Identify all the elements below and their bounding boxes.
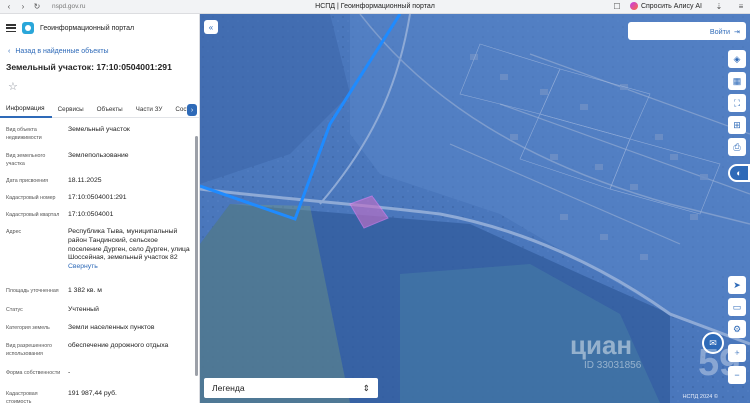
login-icon: ⇥ [733,26,740,36]
property-key: Вид объекта недвижимости [6,127,42,141]
hamburger-menu-icon[interactable] [6,24,16,32]
watermark-number: 59 [698,342,741,384]
reload-icon[interactable]: ↻ [32,2,42,12]
tabs-scroll-right-icon[interactable]: › [187,104,197,116]
property-value: Учтенный [68,306,99,313]
address-bar[interactable]: nspd.gov.ru [52,3,85,10]
favorite-star-icon[interactable]: ☆ [0,80,199,98]
print-icon[interactable]: ⎙ [728,138,746,156]
property-key: Вид разрешенного использования [6,343,52,357]
menu-icon[interactable]: ≡ [736,1,746,11]
property-value: Земли населенных пунктов [68,324,155,331]
property-key: Кадастровая стоимость [6,391,38,405]
map-view[interactable]: « Войти ⇥ ◈ ▦ ⛶ ⊞ ⎙ ◐ ➤ ▭ ⚙ ✉ + − циан I… [200,14,750,403]
legend-dropdown[interactable]: Легенда ⇕ [204,378,378,398]
settings-icon[interactable]: ⚙ [728,320,746,338]
portal-title: Геоинформационный портал [40,24,135,32]
panel-header: Геоинформационный портал [0,14,199,42]
legend-label: Легенда [212,383,245,393]
watermark-id: ID 33031856 [584,360,642,371]
property-key: Категория земель [6,325,50,331]
panel-scrollbar[interactable] [195,136,198,376]
collapse-link[interactable]: Свернуть [68,263,192,272]
property-key: Вид земельного участка [6,153,46,167]
property-value: обеспечение дорожного отдыха [68,342,169,349]
property-key: Площадь уточненная [6,288,59,294]
chevron-left-icon: ‹ [8,47,11,55]
portal-logo [22,22,34,34]
login-label: Войти [709,26,730,36]
property-key: Кадастровый квартал [6,212,60,218]
back-link-label: Назад в найденные объекты [15,47,109,55]
property-key: Дата присвоения [6,178,49,184]
basemap-icon[interactable]: ▦ [728,72,746,90]
back-arrow-icon[interactable]: ‹ [4,2,14,12]
layers-icon[interactable]: ◈ [728,50,746,68]
forward-arrow-icon[interactable]: › [18,2,28,12]
property-value: Республика Тыва, муниципальный район Тан… [68,228,192,272]
property-key: Форма собственности [6,370,61,376]
measure-icon[interactable]: ⊞ [728,116,746,134]
property-value: 18.11.2025 [68,177,102,184]
object-title: Земельный участок: 17:10:0504001:291 [6,62,172,72]
alice-button[interactable]: Спросить Алису AI [629,2,702,10]
satellite-map-layer [200,14,750,403]
back-to-results-link[interactable]: ‹ Назад в найденные объекты [0,44,199,58]
fullscreen-icon[interactable]: ⛶ [728,94,746,112]
info-tabs: Информация Сервисы Объекты Части ЗУ Сост… [0,102,199,118]
property-value: Землепользование [68,152,129,159]
property-key: Кадастровый номер [6,195,56,201]
property-value: Земельный участок [68,126,130,133]
property-key: Статус [6,307,23,313]
property-value: 191 987,44 руб. [68,390,117,397]
tab-services[interactable]: Сервисы [52,102,91,118]
cian-watermark: циан [570,330,633,360]
tab-parts[interactable]: Части ЗУ [130,102,170,118]
property-value: 17:10:0504001 [68,211,114,218]
tab-objects[interactable]: Объекты [91,102,130,118]
property-value: 1 382 кв. м [68,287,102,294]
alice-icon [629,2,638,10]
collapse-panel-button[interactable]: « [204,20,218,34]
ruler-icon[interactable]: ▭ [728,298,746,316]
download-icon[interactable]: ⇣ [714,1,724,11]
property-value: - [68,369,71,376]
bookmark-icon[interactable]: ☐ [612,1,622,11]
location-icon[interactable]: ➤ [728,276,746,294]
side-panel-toggle-icon[interactable]: ◐ [728,164,750,182]
map-attribution: НСПД 2024 © [682,394,718,400]
property-key: Адрес [6,229,22,235]
address-text: Республика Тыва, муниципальный район Тан… [68,228,190,262]
alice-label: Спросить Алису AI [640,2,702,10]
object-info-panel: Геоинформационный портал ‹ Назад в найде… [0,14,200,405]
property-value: 17:10:0504001:291 [68,194,127,201]
tab-information[interactable]: Информация [0,102,52,118]
login-button[interactable]: Войти ⇥ [628,22,746,40]
chevron-updown-icon: ⇕ [362,382,370,393]
browser-toolbar: ‹ › ↻ nspd.gov.ru НСПД | Геоинформационн… [0,0,750,14]
